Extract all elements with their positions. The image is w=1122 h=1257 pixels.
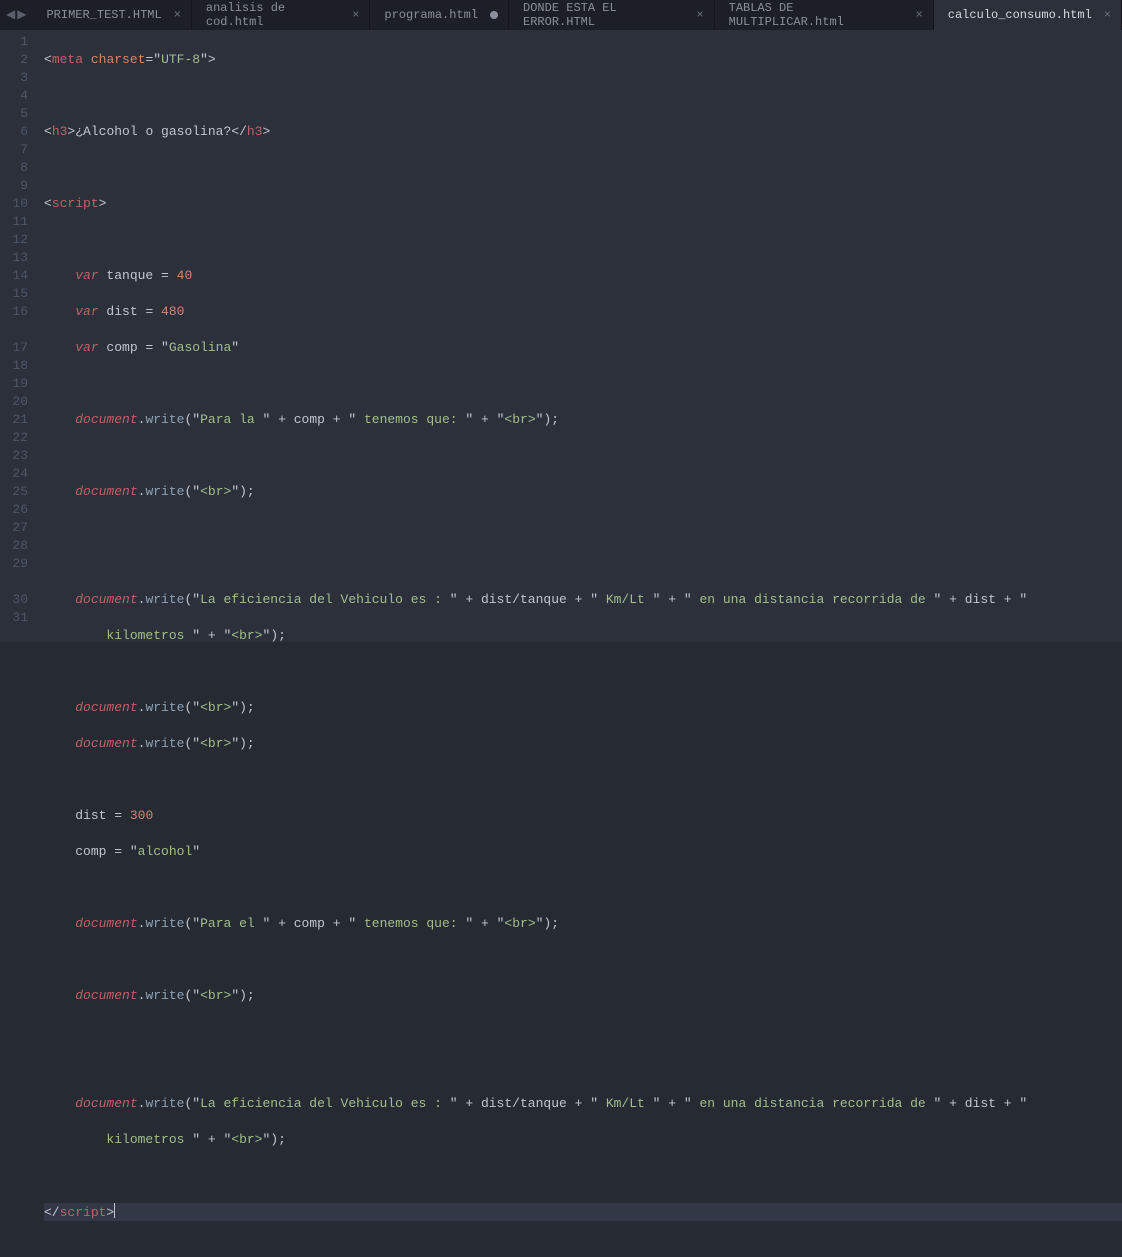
close-icon[interactable]: × — [696, 8, 703, 22]
line-number: 11 — [0, 213, 28, 231]
line-number: 1 — [0, 33, 28, 51]
nav-back-icon[interactable]: ◀ — [6, 9, 15, 21]
line-number: 28 — [0, 537, 28, 555]
code-line: document.write("La eficiencia del Vehicu… — [44, 591, 1122, 609]
code-line: document.write("La eficiencia del Vehicu… — [44, 1095, 1122, 1113]
line-number: 30 — [0, 591, 28, 609]
tab-label: calculo_consumo.html — [948, 8, 1092, 22]
line-number: 21 — [0, 411, 28, 429]
code-line: var tanque = 40 — [44, 267, 1122, 285]
tab-label: programa.html — [384, 8, 478, 22]
code-line: document.write("Para la " + comp + " ten… — [44, 411, 1122, 429]
line-number: 10 — [0, 195, 28, 213]
line-number: 9 — [0, 177, 28, 195]
cursor-icon — [114, 1203, 115, 1218]
code-line: <script> — [44, 195, 1122, 213]
line-number: 6 — [0, 123, 28, 141]
line-number: 8 — [0, 159, 28, 177]
code-line: <h3>¿Alcohol o gasolina?</h3> — [44, 123, 1122, 141]
line-number: 5 — [0, 105, 28, 123]
line-number: 18 — [0, 357, 28, 375]
code-line — [44, 951, 1122, 969]
line-number: 4 — [0, 87, 28, 105]
tab-tablas[interactable]: TABLAS DE MULTIPLICAR.html × — [715, 0, 934, 30]
line-number: 31 — [0, 609, 28, 627]
tab-label: TABLAS DE MULTIPLICAR.html — [729, 1, 904, 29]
code-line — [44, 663, 1122, 681]
code-line — [44, 1059, 1122, 1077]
line-number: 22 — [0, 429, 28, 447]
code-line: <meta charset="UTF-8"> — [44, 51, 1122, 69]
code-line — [44, 375, 1122, 393]
code-line — [44, 231, 1122, 249]
code-line — [44, 555, 1122, 573]
nav-arrows: ◀ ▶ — [0, 9, 32, 21]
line-number: 24 — [0, 465, 28, 483]
code-line — [44, 879, 1122, 897]
tab-label: PRIMER_TEST.HTML — [46, 8, 161, 22]
line-number: 2 — [0, 51, 28, 69]
code-line — [44, 771, 1122, 789]
tab-primer-test[interactable]: PRIMER_TEST.HTML × — [32, 0, 191, 30]
tab-analisis[interactable]: analisis de cod.html × — [192, 0, 371, 30]
tab-programa[interactable]: programa.html — [370, 0, 509, 30]
modified-dot-icon — [490, 11, 498, 19]
code-line: document.write("<br>"); — [44, 699, 1122, 717]
code-line: var comp = "Gasolina" — [44, 339, 1122, 357]
code-line: var dist = 480 — [44, 303, 1122, 321]
code-line — [44, 87, 1122, 105]
code-line — [44, 159, 1122, 177]
line-number — [0, 573, 28, 591]
line-number: 26 — [0, 501, 28, 519]
line-number: 7 — [0, 141, 28, 159]
line-number: 27 — [0, 519, 28, 537]
code-line — [44, 1167, 1122, 1185]
line-number: 23 — [0, 447, 28, 465]
code-line: comp = "alcohol" — [44, 843, 1122, 861]
tab-label: DONDE ESTA EL ERROR.HTML — [523, 1, 684, 29]
line-number — [0, 321, 28, 339]
line-number: 17 — [0, 339, 28, 357]
line-number: 13 — [0, 249, 28, 267]
code-line: document.write("<br>"); — [44, 483, 1122, 501]
code-line: kilometros " + "<br>"); — [44, 1131, 1122, 1149]
code-line: kilometros " + "<br>"); — [44, 627, 1122, 645]
line-number: 29 — [0, 555, 28, 573]
code-line — [44, 1023, 1122, 1041]
line-number: 3 — [0, 69, 28, 87]
close-icon[interactable]: × — [352, 8, 359, 22]
code-line — [44, 447, 1122, 465]
line-number: 19 — [0, 375, 28, 393]
line-number: 20 — [0, 393, 28, 411]
nav-forward-icon[interactable]: ▶ — [17, 9, 26, 21]
line-number: 14 — [0, 267, 28, 285]
close-icon[interactable]: × — [174, 8, 181, 22]
editor: 1 2 3 4 5 6 7 8 9 10 11 12 13 14 15 16 1… — [0, 30, 1122, 642]
line-number: 25 — [0, 483, 28, 501]
line-number: 15 — [0, 285, 28, 303]
tab-label: analisis de cod.html — [206, 1, 340, 29]
code-line: dist = 300 — [44, 807, 1122, 825]
code-area[interactable]: <meta charset="UTF-8"> <h3>¿Alcohol o ga… — [38, 30, 1122, 642]
line-number: 16 — [0, 303, 28, 321]
close-icon[interactable]: × — [916, 8, 923, 22]
code-line: document.write("Para el " + comp + " ten… — [44, 915, 1122, 933]
line-number: 12 — [0, 231, 28, 249]
line-gutter: 1 2 3 4 5 6 7 8 9 10 11 12 13 14 15 16 1… — [0, 30, 38, 642]
code-line: document.write("<br>"); — [44, 987, 1122, 1005]
code-line: </script> — [44, 1203, 1122, 1221]
code-line — [44, 519, 1122, 537]
tab-bar: PRIMER_TEST.HTML× analisis de cod.html× … — [32, 0, 1122, 30]
code-line: document.write("<br>"); — [44, 735, 1122, 753]
tab-donde-error[interactable]: DONDE ESTA EL ERROR.HTML × — [509, 0, 715, 30]
tab-calculo-consumo[interactable]: calculo_consumo.html × — [934, 0, 1122, 30]
top-bar: ◀ ▶ PRIMER_TEST.HTML × analisis de cod.ht… — [0, 0, 1122, 30]
close-icon[interactable]: × — [1104, 8, 1111, 22]
